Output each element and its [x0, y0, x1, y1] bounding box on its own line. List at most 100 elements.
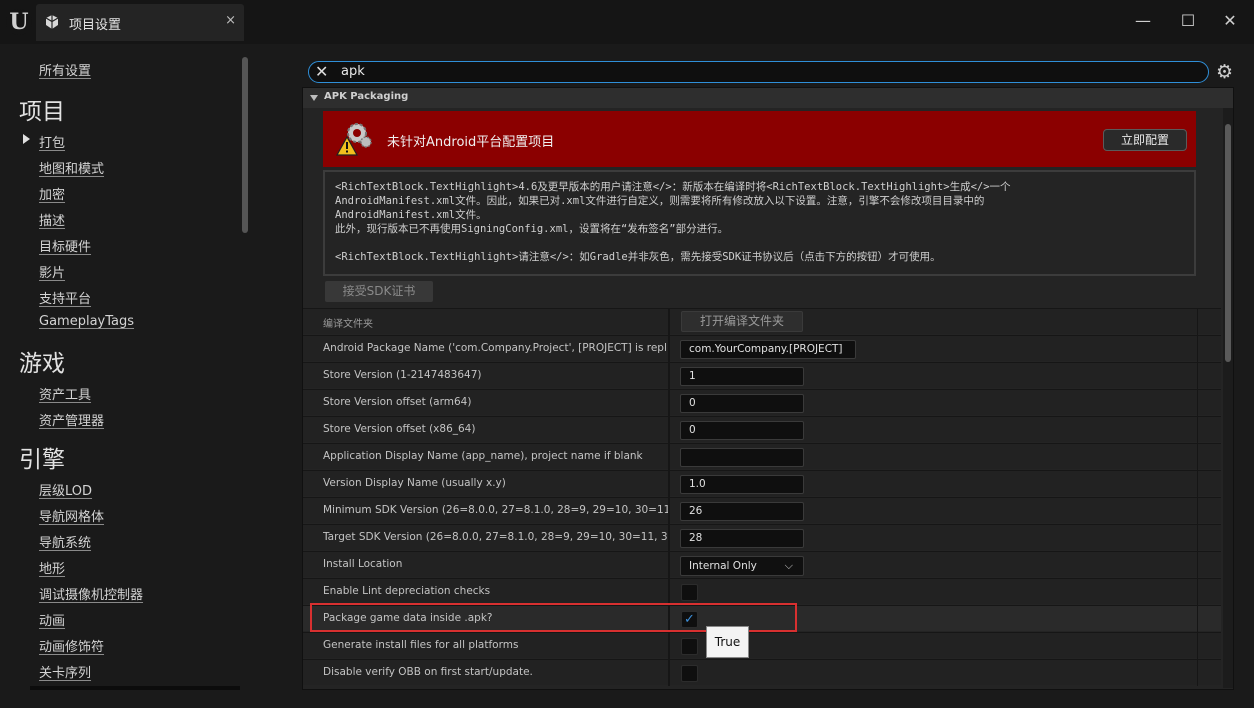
- version-display-name-input[interactable]: 1.0: [680, 475, 804, 494]
- title-bar: U 项目设置 × — ☐ ✕: [0, 0, 1254, 44]
- nav-horizontal-scrollbar[interactable]: [30, 686, 240, 690]
- nav-item-debug-camera[interactable]: 调试摄像机控制器: [39, 584, 143, 603]
- nav-item-movies[interactable]: 影片: [39, 262, 65, 281]
- warning-message: 未针对Android平台配置项目: [387, 135, 555, 150]
- nav-item-asset-tools[interactable]: 资产工具: [39, 384, 91, 403]
- nav-item-maps-modes[interactable]: 地图和模式: [39, 158, 104, 177]
- property-label: Android Package Name ('com.Company.Proje…: [323, 342, 668, 354]
- column-divider: [668, 579, 670, 605]
- note-line: 此外，现行版本已不再使用SigningConfig.xml，设置将在“发布签名”…: [335, 223, 729, 235]
- property-label: Target SDK Version (26=8.0.0, 27=8.1.0, …: [323, 531, 668, 543]
- scrollbar-thumb[interactable]: [1225, 124, 1231, 362]
- property-row-generate-install-files: Generate install files for all platforms: [303, 632, 1221, 659]
- property-row-build-folder: 编译文件夹 打开编译文件夹: [303, 308, 1221, 335]
- row-end-divider: [1197, 390, 1198, 416]
- nav-item-target-hardware[interactable]: 目标硬件: [39, 236, 91, 255]
- column-divider: [668, 336, 670, 362]
- install-location-dropdown[interactable]: Internal Only ⌵: [680, 556, 804, 576]
- column-divider: [668, 498, 670, 524]
- nav-item-supported-platforms[interactable]: 支持平台: [39, 288, 91, 307]
- min-sdk-input[interactable]: 26: [680, 502, 804, 521]
- property-row-store-version-x86: Store Version offset (x86_64) 0: [303, 416, 1221, 443]
- nav-item-animation[interactable]: 动画: [39, 610, 65, 629]
- nav-item-level-sequence[interactable]: 关卡序列: [39, 662, 91, 681]
- row-end-divider: [1197, 579, 1198, 605]
- row-end-divider: [1197, 660, 1198, 686]
- disable-verify-obb-checkbox[interactable]: [681, 665, 698, 682]
- collapse-arrow-icon[interactable]: [310, 95, 318, 101]
- property-row-store-version: Store Version (1-2147483647) 1: [303, 362, 1221, 389]
- row-end-divider: [1197, 417, 1198, 443]
- property-label: Store Version (1-2147483647): [323, 369, 482, 381]
- nav-all-settings[interactable]: 所有设置: [39, 60, 91, 79]
- row-end-divider: [1197, 471, 1198, 497]
- configure-now-button[interactable]: 立即配置: [1103, 129, 1187, 151]
- property-label: Generate install files for all platforms: [323, 639, 519, 651]
- dropdown-value: Internal Only: [689, 560, 757, 572]
- property-row-lint-checks: Enable Lint depreciation checks: [303, 578, 1221, 605]
- property-row-install-location: Install Location Internal Only ⌵: [303, 551, 1221, 578]
- package-name-input[interactable]: com.YourCompany.[PROJECT]: [680, 340, 856, 359]
- nav-item-packaging[interactable]: 打包: [39, 132, 65, 151]
- nav-item-encryption[interactable]: 加密: [39, 184, 65, 203]
- value-tooltip: True: [706, 626, 749, 658]
- maximize-icon[interactable]: ☐: [1177, 10, 1199, 32]
- row-end-divider: [1197, 363, 1198, 389]
- row-end-divider: [1197, 525, 1198, 551]
- row-end-divider: [1197, 444, 1198, 470]
- store-version-input[interactable]: 1: [680, 367, 804, 386]
- search-input[interactable]: apk: [341, 64, 365, 79]
- unreal-logo-icon[interactable]: U: [6, 9, 32, 35]
- row-end-divider: [1197, 336, 1198, 362]
- store-version-arm64-input[interactable]: 0: [680, 394, 804, 413]
- lint-checks-checkbox[interactable]: [681, 584, 698, 601]
- nav-item-hlod[interactable]: 层级LOD: [39, 480, 92, 499]
- details-scrollbar[interactable]: [1223, 108, 1233, 688]
- nav-selected-caret-icon: [23, 134, 30, 144]
- nav-item-description[interactable]: 描述: [39, 210, 65, 229]
- nav-item-landscape[interactable]: 地形: [39, 558, 65, 577]
- project-settings-icon: [45, 15, 59, 29]
- gear-icon[interactable]: ⚙: [1216, 61, 1233, 83]
- store-version-x86-input[interactable]: 0: [680, 421, 804, 440]
- nav-item-animation-modifiers[interactable]: 动画修饰符: [39, 636, 104, 655]
- settings-nav: 所有设置 项目 打包 地图和模式 加密 描述 目标硬件 影片 支持平台 Game…: [0, 44, 254, 708]
- property-label: Enable Lint depreciation checks: [323, 585, 491, 597]
- clear-search-icon[interactable]: ✕: [315, 63, 328, 81]
- row-end-divider: [1197, 606, 1198, 632]
- nav-scrollbar[interactable]: [242, 57, 248, 233]
- app-display-name-input[interactable]: [680, 448, 804, 467]
- android-notes-box: <RichTextBlock.TextHighlight>4.6及更早版本的用户…: [323, 170, 1196, 276]
- property-label: Store Version offset (arm64): [323, 396, 472, 408]
- column-divider: [668, 525, 670, 551]
- section-title: APK Packaging: [324, 91, 409, 102]
- property-label: Version Display Name (usually x.y): [323, 477, 506, 489]
- property-label: Application Display Name (app_name), pro…: [323, 450, 643, 462]
- column-divider: [668, 417, 670, 443]
- column-divider: [668, 390, 670, 416]
- column-divider: [668, 552, 670, 578]
- tab-project-settings[interactable]: 项目设置 ×: [36, 4, 244, 41]
- note-line: <RichTextBlock.TextHighlight>4.6及更早版本的用户…: [335, 181, 1011, 193]
- nav-item-navigation-system[interactable]: 导航系统: [39, 532, 91, 551]
- nav-item-navmesh[interactable]: 导航网格体: [39, 506, 104, 525]
- nav-item-asset-manager[interactable]: 资产管理器: [39, 410, 104, 429]
- generate-install-files-checkbox[interactable]: [681, 638, 698, 655]
- property-row-app-name: Application Display Name (app_name), pro…: [303, 443, 1221, 470]
- tab-close-icon[interactable]: ×: [225, 13, 236, 28]
- accept-sdk-license-button[interactable]: 接受SDK证书: [325, 281, 433, 302]
- minimize-icon[interactable]: —: [1132, 10, 1154, 32]
- section-header-apk-packaging[interactable]: APK Packaging: [303, 88, 1233, 108]
- column-divider: [668, 363, 670, 389]
- column-divider: [668, 444, 670, 470]
- property-row-package-name: Android Package Name ('com.Company.Proje…: [303, 335, 1221, 362]
- property-label: Store Version offset (x86_64): [323, 423, 476, 435]
- open-build-folder-button[interactable]: 打开编译文件夹: [681, 311, 803, 332]
- target-sdk-input[interactable]: 28: [680, 529, 804, 548]
- search-box[interactable]: ✕ apk: [308, 61, 1209, 83]
- close-window-icon[interactable]: ✕: [1219, 10, 1241, 32]
- column-divider: [668, 471, 670, 497]
- platform-warning-banner: 未针对Android平台配置项目 立即配置: [323, 111, 1196, 167]
- nav-item-gameplay-tags[interactable]: GameplayTags: [39, 314, 134, 329]
- note-line: [335, 236, 1184, 250]
